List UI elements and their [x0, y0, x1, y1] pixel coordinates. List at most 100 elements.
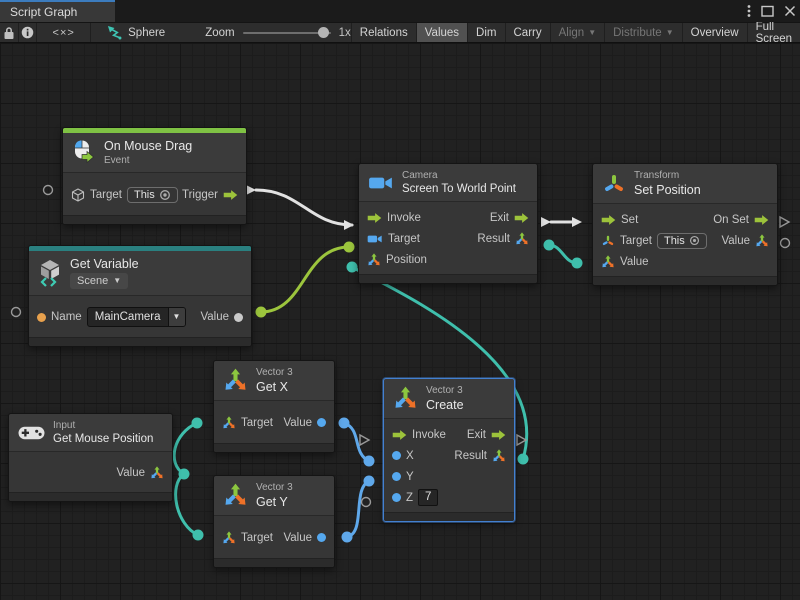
hotspot-transform-value-out[interactable]: [781, 239, 790, 248]
hotspot-getx-target-in[interactable]: [192, 418, 203, 429]
port-y[interactable]: Y: [392, 471, 414, 483]
carry-button[interactable]: Carry: [505, 23, 550, 42]
graph-breadcrumb[interactable]: Sphere: [91, 23, 179, 42]
node-title: Get X: [256, 380, 293, 394]
hotspot-mouse-value-out[interactable]: [179, 469, 190, 480]
wire-trigger-to-invoke[interactable]: [256, 190, 352, 225]
port-value-out[interactable]: Value: [200, 311, 243, 323]
z-value-input[interactable]: 7: [418, 489, 438, 506]
port-z[interactable]: Z 7: [392, 489, 438, 506]
hotspot-variable-value-out[interactable]: [256, 307, 267, 318]
close-icon[interactable]: [784, 5, 796, 17]
float-port-icon: [317, 533, 326, 542]
port-value-out[interactable]: Value: [116, 466, 164, 480]
vector3-port-icon: [222, 531, 236, 545]
port-value-out[interactable]: Value: [283, 417, 326, 429]
hotspot-create-invoke-in[interactable]: [360, 435, 369, 445]
vector3-port-icon: [150, 466, 164, 480]
port-position[interactable]: Position: [367, 253, 427, 267]
port-invoke[interactable]: Invoke: [392, 429, 446, 441]
hotspot-create-y-in[interactable]: [364, 476, 375, 487]
float-port-icon: [392, 472, 401, 481]
hotspot-camera-result-out[interactable]: [544, 240, 555, 251]
node-category: Camera: [402, 170, 516, 181]
variable-scope-dropdown[interactable]: Scene ▼: [70, 273, 128, 289]
hotspot-set-in[interactable]: [572, 217, 582, 227]
hotspot-transform-value-in[interactable]: [572, 258, 583, 269]
port-value-out[interactable]: Value: [283, 532, 326, 544]
wire-variable-to-target[interactable]: [261, 247, 349, 312]
kebab-menu-icon[interactable]: [747, 4, 751, 18]
zoom-control: Zoom 1x: [179, 23, 351, 42]
port-result[interactable]: Result: [454, 449, 506, 463]
port-transform-target[interactable]: Target This: [601, 233, 707, 249]
zoom-label: Zoom: [205, 27, 234, 39]
wire-gety-to-y[interactable]: [347, 481, 369, 537]
port-invoke[interactable]: Invoke: [367, 212, 421, 224]
hotspot-create-result-out[interactable]: [518, 454, 529, 465]
target-this-chip[interactable]: This: [127, 187, 178, 203]
fullscreen-button[interactable]: Full Screen: [747, 23, 800, 42]
inspector-button[interactable]: [19, 23, 38, 42]
port-target[interactable]: Target: [222, 416, 273, 430]
node-title: Get Mouse Position: [53, 433, 153, 445]
node-get-x[interactable]: Vector 3 Get X Target Value: [213, 360, 335, 453]
hotspot-trigger-out[interactable]: [246, 185, 256, 195]
port-value-out[interactable]: Value: [721, 234, 769, 248]
wire-mouse-to-gety[interactable]: [176, 474, 198, 535]
tab-script-graph[interactable]: Script Graph: [0, 0, 115, 22]
port-value-in[interactable]: Value: [601, 255, 649, 269]
port-trigger[interactable]: Trigger: [182, 189, 238, 201]
hotspot-gety-target-in[interactable]: [193, 530, 204, 541]
port-exit[interactable]: Exit: [467, 429, 506, 441]
node-category: Vector 3: [256, 482, 293, 493]
maximize-icon[interactable]: [761, 5, 774, 17]
hotspot-camera-target-in[interactable]: [344, 242, 355, 253]
control-arrow-icon: [601, 214, 616, 226]
port-exit[interactable]: Exit: [490, 212, 529, 224]
variable-name-dropdown[interactable]: MainCamera ▼: [87, 307, 186, 327]
hotspot-invoke-in[interactable]: [344, 220, 354, 230]
align-dropdown[interactable]: Align▼: [550, 23, 605, 42]
port-set[interactable]: Set: [601, 214, 638, 226]
zoom-slider[interactable]: [243, 32, 331, 34]
graph-canvas[interactable]: On Mouse Drag Event Target This T: [0, 43, 800, 600]
code-view-button[interactable]: <×>: [37, 23, 91, 42]
port-on-set[interactable]: On Set: [713, 214, 769, 226]
port-target[interactable]: Target This: [71, 187, 178, 203]
hotspot-create-z-in[interactable]: [362, 498, 371, 507]
node-get-variable[interactable]: Get Variable Scene ▼ Name MainCamera ▼: [28, 245, 252, 347]
dropdown-caret-icon: ▼: [113, 277, 121, 285]
port-x[interactable]: X: [392, 450, 414, 462]
node-get-mouse-position[interactable]: Input Get Mouse Position Value: [8, 413, 173, 502]
hotspot-getx-value-out[interactable]: [339, 418, 350, 429]
values-button[interactable]: Values: [416, 23, 467, 42]
hotspot-exit-out[interactable]: [541, 217, 551, 227]
hotspot-gety-value-out[interactable]: [342, 532, 353, 543]
node-screen-to-world-point[interactable]: Camera Screen To World Point Invoke Exit: [358, 163, 538, 284]
dim-button[interactable]: Dim: [467, 23, 504, 42]
hotspot-create-exit-out[interactable]: [517, 435, 526, 445]
zoom-slider-handle[interactable]: [318, 27, 329, 38]
port-camera-target[interactable]: Target: [367, 233, 420, 245]
target-this-chip[interactable]: This: [657, 233, 707, 249]
node-category: Transform: [634, 170, 701, 181]
port-name[interactable]: Name MainCamera ▼: [37, 307, 186, 327]
node-on-mouse-drag[interactable]: On Mouse Drag Event Target This T: [62, 127, 247, 225]
port-result[interactable]: Result: [477, 232, 529, 246]
hotspot-camera-position-in[interactable]: [347, 262, 358, 273]
port-target[interactable]: Target: [222, 531, 273, 545]
distribute-dropdown[interactable]: Distribute▼: [604, 23, 682, 42]
hotspot-event-target-in[interactable]: [44, 186, 53, 195]
hotspot-create-x-in[interactable]: [364, 456, 375, 467]
node-vector3-create[interactable]: Vector 3 Create Invoke Exit: [383, 378, 515, 522]
lock-button[interactable]: [0, 23, 19, 42]
hotspot-variable-name-in[interactable]: [12, 308, 21, 317]
overview-button[interactable]: Overview: [682, 23, 747, 42]
wire-mouse-to-getx[interactable]: [174, 423, 197, 474]
lock-icon: [3, 26, 15, 40]
relations-button[interactable]: Relations: [351, 23, 416, 42]
hotspot-onset-out[interactable]: [780, 217, 789, 227]
node-get-y[interactable]: Vector 3 Get Y Target Value: [213, 475, 335, 568]
node-set-position[interactable]: Transform Set Position Set On Set: [592, 163, 778, 286]
